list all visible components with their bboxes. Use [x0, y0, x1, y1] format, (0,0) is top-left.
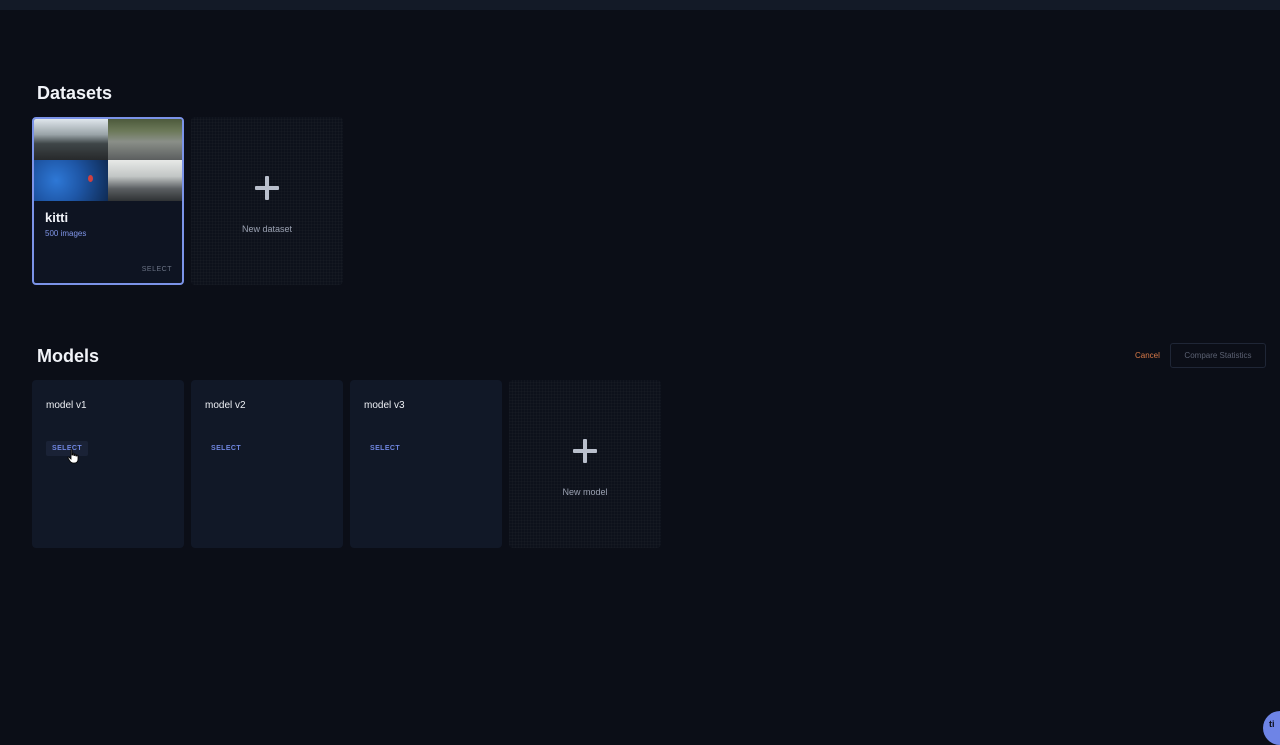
dataset-name: kitti	[45, 210, 69, 225]
compare-statistics-button[interactable]: Compare Statistics	[1170, 343, 1266, 368]
help-chat-button[interactable]: ti	[1263, 711, 1280, 745]
models-heading: Models	[37, 346, 100, 366]
hand-pointer-icon	[67, 448, 79, 464]
dataset-select-button[interactable]: SELECT	[142, 266, 172, 273]
new-model-label: New model	[562, 487, 608, 497]
cancel-link[interactable]: Cancel	[1135, 351, 1160, 360]
model-select-button[interactable]: SELECT	[205, 441, 247, 456]
new-model-card[interactable]: New model	[509, 380, 661, 548]
model-name: model v2	[205, 400, 246, 411]
top-bar	[0, 0, 1280, 10]
dataset-image-count: 500 images	[45, 229, 87, 238]
new-dataset-card[interactable]: New dataset	[191, 117, 343, 285]
model-card-v3[interactable]: model v3 SELECT	[350, 380, 502, 548]
dataset-thumbnail	[34, 119, 182, 201]
plus-icon	[573, 439, 597, 463]
dataset-card-kitti[interactable]: kitti 500 images SELECT	[32, 117, 184, 285]
new-dataset-label: New dataset	[241, 224, 293, 234]
plus-icon	[255, 176, 279, 200]
model-name: model v1	[46, 400, 87, 411]
model-name: model v3	[364, 400, 405, 411]
model-card-v1[interactable]: model v1 SELECT	[32, 380, 184, 548]
datasets-heading: Datasets	[37, 83, 113, 103]
model-card-v2[interactable]: model v2 SELECT	[191, 380, 343, 548]
model-select-button[interactable]: SELECT	[364, 441, 406, 456]
